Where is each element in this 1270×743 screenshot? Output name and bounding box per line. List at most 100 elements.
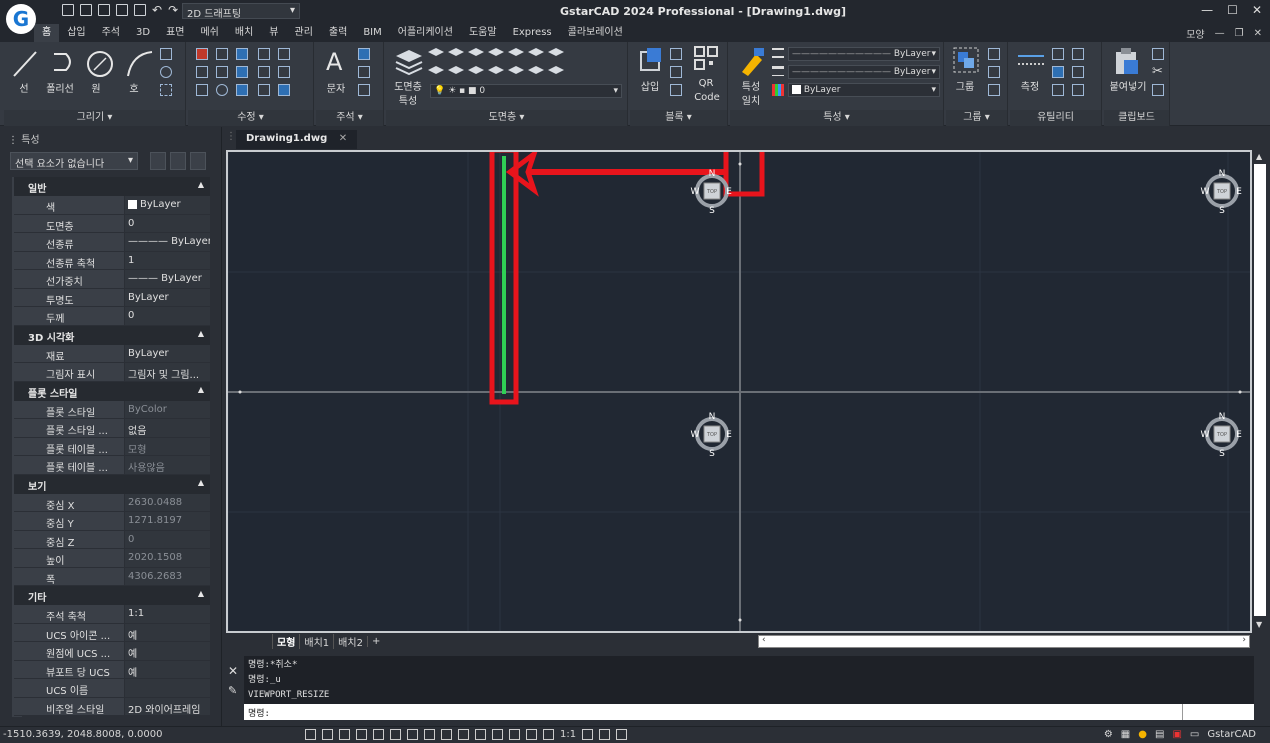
property-value[interactable]: 예 (124, 623, 210, 641)
rotate-icon[interactable] (216, 84, 228, 96)
property-section[interactable]: 보기 ▲ (14, 474, 210, 494)
angle-icon[interactable] (1052, 48, 1064, 60)
scroll-down-icon[interactable]: ▼ (1256, 620, 1262, 629)
maximize-button[interactable]: ☐ (1227, 3, 1238, 17)
property-value[interactable]: 모형 (124, 437, 210, 455)
viewport-icon[interactable] (543, 729, 554, 740)
document-tab[interactable]: Drawing1.dwg ✕ (236, 130, 358, 149)
layer-properties-label-1[interactable]: 도면층 (390, 78, 426, 93)
match-properties-label-1[interactable]: 특성 (734, 78, 768, 93)
property-row[interactable]: 도면층 0 (14, 214, 210, 233)
viewcube-compass[interactable]: TOP N S E W (1199, 168, 1245, 214)
ortho-toggle-icon[interactable] (356, 729, 367, 740)
paste-button[interactable]: 붙여넣기 (1106, 78, 1150, 93)
property-value[interactable]: 그림자 및 그림... (124, 363, 210, 381)
group-button[interactable]: 그룹 (950, 78, 980, 93)
undo-icon[interactable]: ↶ (152, 3, 162, 17)
extend-icon[interactable] (278, 66, 290, 78)
scroll-left-icon[interactable]: ‹ (762, 635, 766, 645)
otrack-toggle-icon[interactable] (424, 729, 435, 740)
property-row[interactable]: 플롯 테이블 ... 사용않음 (14, 456, 210, 475)
qr-code-label-2[interactable]: Code (690, 92, 724, 103)
tab-layout2[interactable]: 배치2 (333, 634, 367, 649)
cleanscreen-icon[interactable]: ▣ (1172, 729, 1181, 740)
minimize-button[interactable]: — (1201, 3, 1213, 17)
linetype-dropdown[interactable]: ——————————— ByLayer ▾ (788, 47, 940, 61)
selection-cycling-icon[interactable] (492, 729, 503, 740)
settings-gear-icon[interactable]: ⚙ (1104, 729, 1113, 740)
group-icon[interactable] (952, 46, 980, 74)
tab-annotate[interactable]: 주석 (94, 24, 128, 42)
erase-icon[interactable] (196, 48, 208, 60)
command-input[interactable]: 명령: (244, 704, 1254, 720)
collapse-caret-icon[interactable]: ▲ (198, 329, 204, 338)
table-icon[interactable] (358, 48, 370, 60)
property-row[interactable]: 선종류 ———— ByLayer (14, 233, 210, 252)
circle-tool-button[interactable]: 원 (84, 80, 108, 95)
property-value[interactable]: 4306.2683 (124, 567, 210, 585)
layer-tools-icons[interactable] (428, 46, 568, 82)
appearance-menu[interactable]: 모양 (1186, 26, 1204, 41)
color-dropdown[interactable]: ByLayer ▾ (788, 83, 940, 97)
open-file-icon[interactable] (80, 4, 92, 16)
property-row[interactable]: 두께 0 (14, 307, 210, 326)
property-value[interactable]: ByColor (124, 400, 210, 418)
id-point-icon[interactable] (1072, 48, 1084, 60)
property-value[interactable]: 예 (124, 642, 210, 660)
attribute-icon[interactable] (670, 84, 682, 96)
move-icon[interactable] (196, 84, 208, 96)
tab-home[interactable]: 홈 (34, 24, 60, 42)
property-value[interactable]: 0 (124, 307, 210, 325)
close-tab-icon[interactable]: ✕ (339, 133, 347, 144)
property-section[interactable]: 플롯 스타일 ▲ (14, 381, 210, 401)
select-all-icon[interactable] (1072, 66, 1084, 78)
add-layout-button[interactable]: + (366, 636, 384, 647)
polar-toggle-icon[interactable] (373, 729, 384, 740)
align-icon[interactable] (258, 48, 270, 60)
copy-icon[interactable] (216, 48, 228, 60)
qr-code-icon[interactable] (694, 46, 718, 70)
tab-surface[interactable]: 표면 (158, 24, 192, 42)
collapse-caret-icon[interactable]: ▲ (198, 385, 204, 394)
tab-bim[interactable]: BIM (355, 24, 389, 42)
trim-icon[interactable] (258, 66, 270, 78)
draw-panel-footer[interactable]: 그리기 ▾ (4, 110, 185, 126)
hatch-icon[interactable] (160, 84, 172, 96)
lineweight-toggle-icon[interactable] (458, 729, 469, 740)
scale-icon[interactable] (216, 66, 228, 78)
dimension-icon[interactable] (358, 84, 370, 96)
tab-mesh[interactable]: 메쉬 (192, 24, 226, 42)
save-icon[interactable] (98, 4, 110, 16)
property-row[interactable]: 폭 4306.2683 (14, 567, 210, 586)
property-row[interactable]: 선가중치 ——— ByLayer (14, 270, 210, 289)
property-value[interactable]: 1271.8197 (124, 512, 210, 530)
property-section[interactable]: 3D 시각화 ▲ (14, 325, 210, 345)
property-row[interactable]: 높이 2020.1508 (14, 549, 210, 568)
horizontal-scrollbar[interactable]: ‹ › (758, 635, 1250, 648)
property-row[interactable]: 재료 ByLayer (14, 344, 210, 363)
block-panel-footer[interactable]: 블록 ▾ (630, 110, 727, 126)
calculator-icon[interactable] (1052, 66, 1064, 78)
infer-toggle-icon[interactable] (339, 729, 350, 740)
collapse-caret-icon[interactable]: ▲ (198, 180, 204, 189)
property-value[interactable]: ByLayer (124, 196, 210, 214)
workspace-icon[interactable]: ▤ (1155, 729, 1164, 740)
layer-dropdown[interactable]: 💡 ☀ ▪ ■ 0 ▾ (430, 84, 622, 98)
stretch-icon[interactable] (196, 66, 208, 78)
ducs-toggle-icon[interactable] (441, 729, 452, 740)
property-row[interactable]: UCS 이름 (14, 679, 210, 698)
scroll-up-icon[interactable]: ▲ (1256, 152, 1262, 161)
annotation-scale[interactable]: 1:1 (560, 729, 576, 740)
mirror-icon[interactable] (278, 48, 290, 60)
drawing-canvas[interactable]: TOP N S E W TOP N S E W TOP N S E W TOP … (226, 150, 1252, 633)
match-properties-label-2[interactable]: 일치 (734, 92, 768, 107)
property-row[interactable]: UCS 아이콘 ... 예 (14, 623, 210, 642)
save-as-icon[interactable] (116, 4, 128, 16)
tab-layout1[interactable]: 배치1 (299, 634, 333, 649)
isolate-icon[interactable]: ● (1138, 729, 1147, 740)
properties-panel-footer[interactable]: 특성 ▾ (730, 110, 943, 126)
insert-button[interactable]: 삽입 (636, 78, 664, 93)
property-value[interactable]: ——— ByLayer (124, 270, 210, 288)
tab-view[interactable]: 뷰 (261, 24, 286, 42)
annotation-monitor-icon[interactable] (509, 729, 520, 740)
